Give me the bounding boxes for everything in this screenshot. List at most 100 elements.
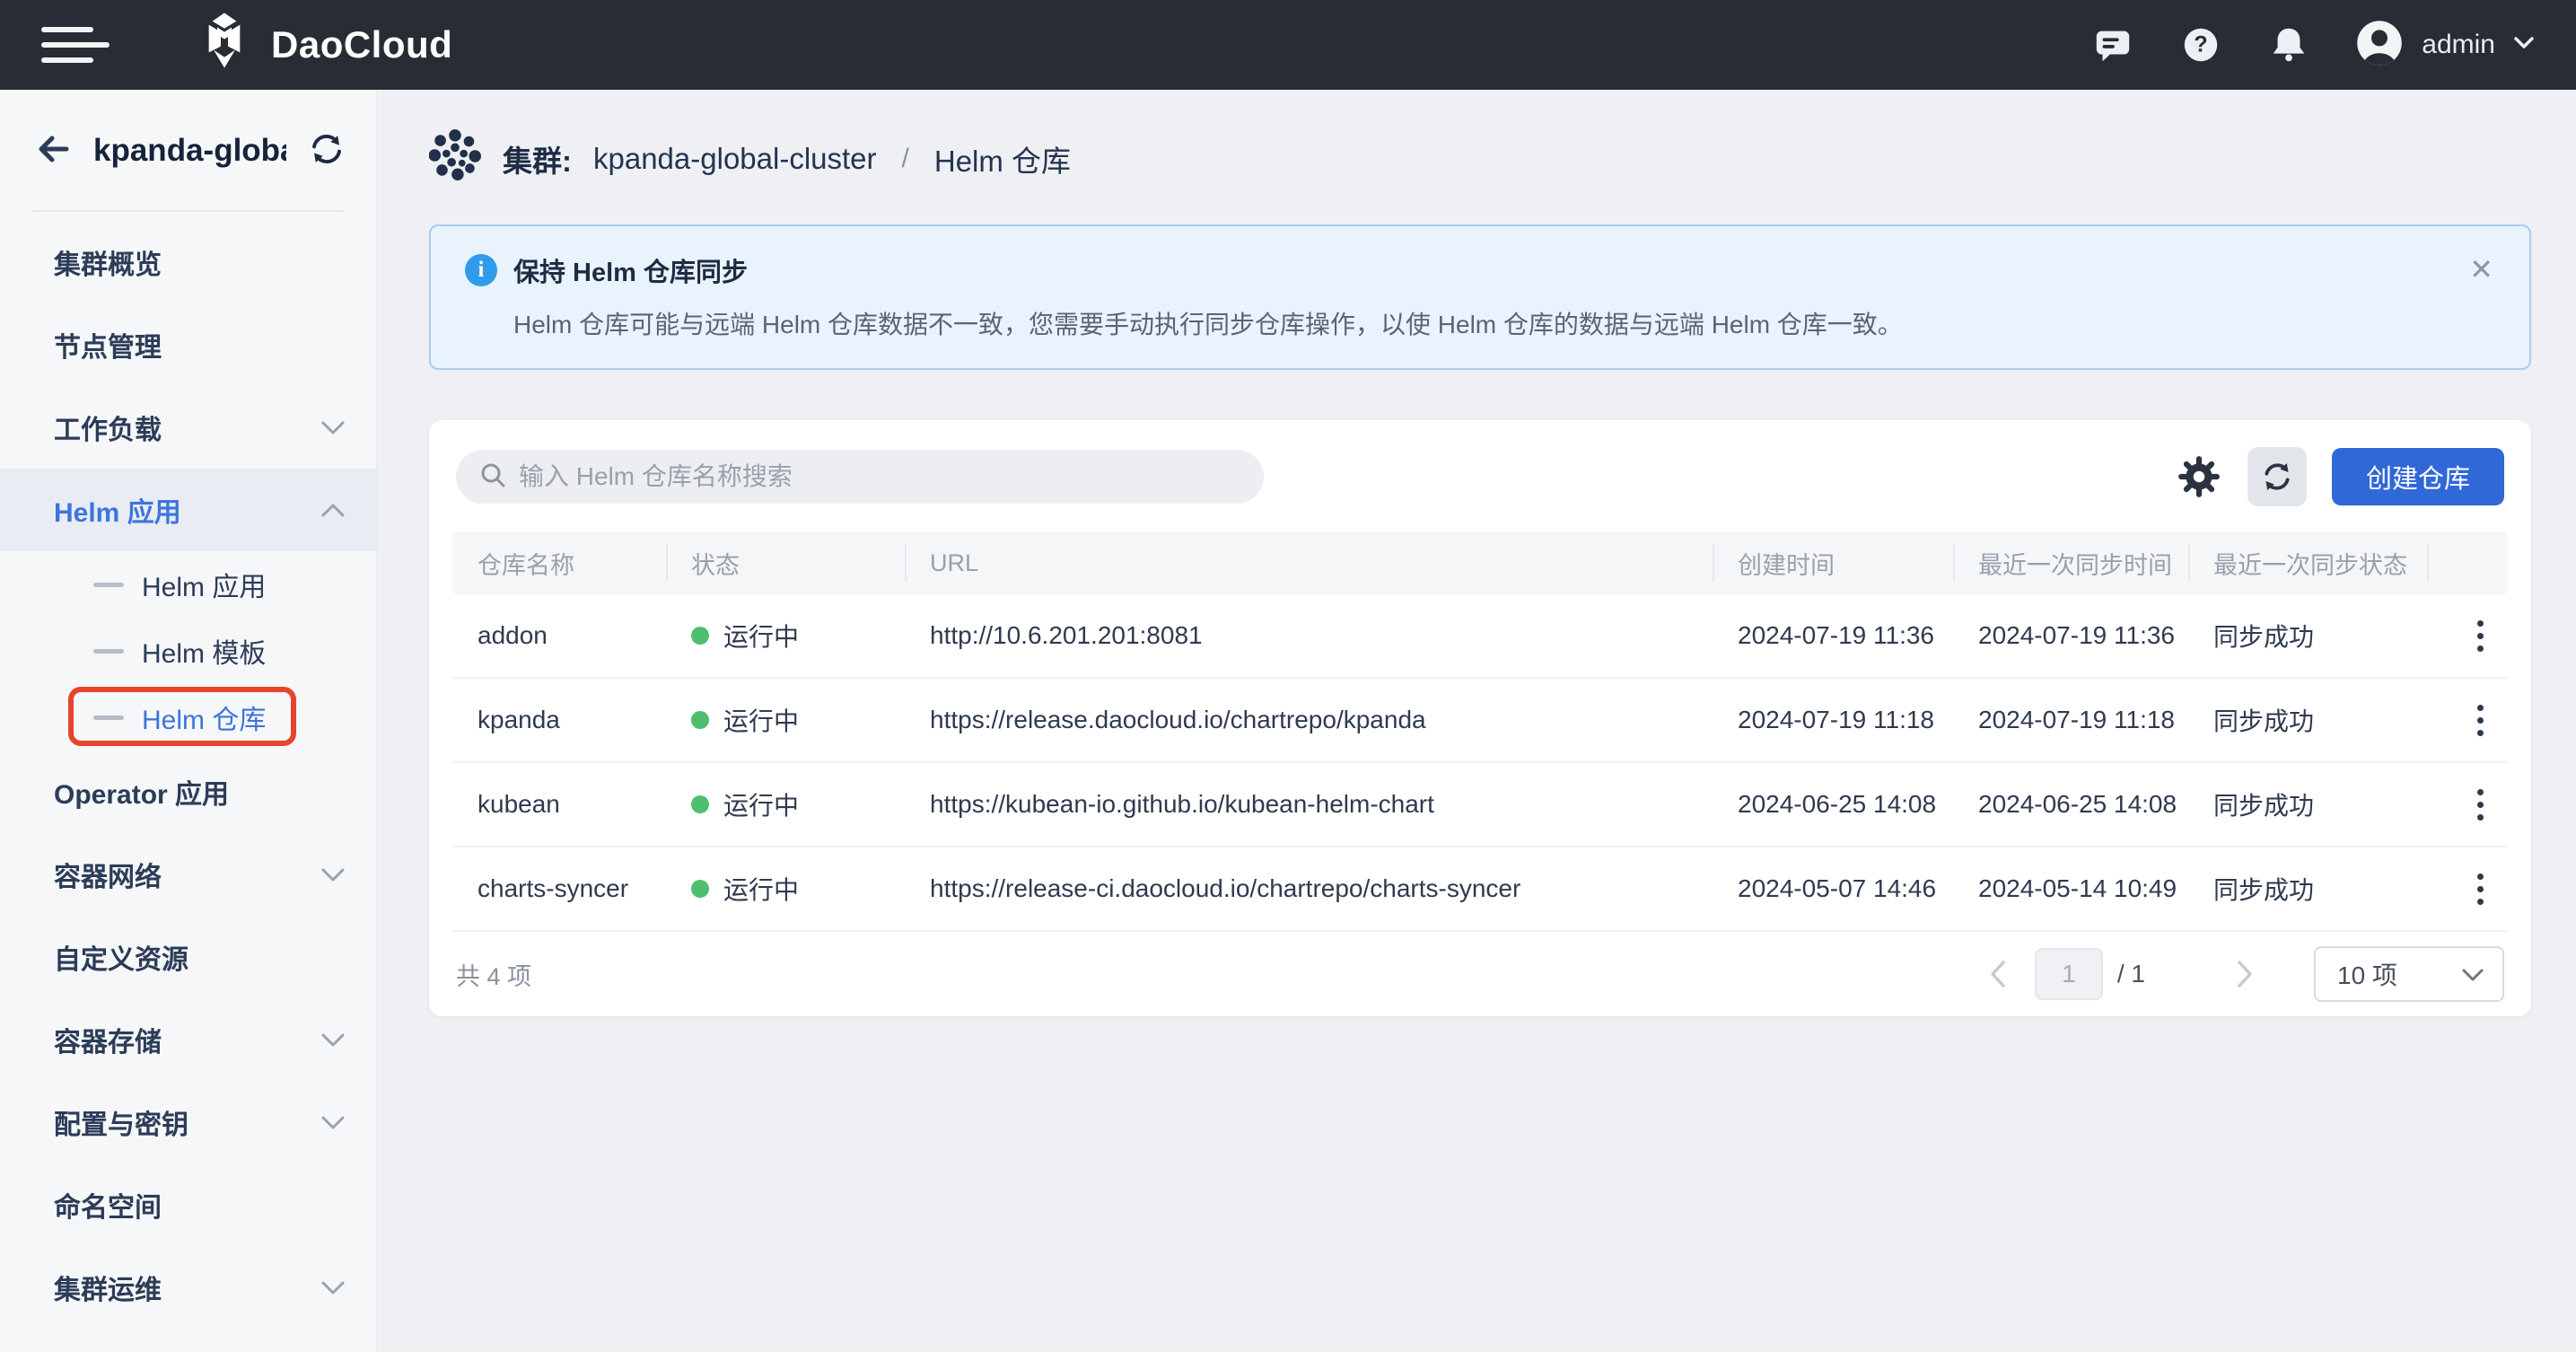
row-actions-kebab-icon[interactable] <box>2453 620 2507 652</box>
row-actions-kebab-icon[interactable] <box>2453 874 2507 905</box>
page-size-select[interactable]: 10 项 <box>2314 946 2504 1002</box>
breadcrumb-cluster-name[interactable]: kpanda-global-cluster <box>593 142 877 176</box>
sidebar-menu: 集群概览 节点管理 工作负载 Helm 应用 Helm 应用 <box>0 221 376 1329</box>
sidebar-item-cluster-overview[interactable]: 集群概览 <box>0 221 376 303</box>
chevron-down-icon <box>2513 36 2535 55</box>
breadcrumb-current: Helm 仓库 <box>934 137 1071 180</box>
last-sync-status: 同步成功 <box>2188 762 2427 847</box>
sidebar-item-config-secrets[interactable]: 配置与密钥 <box>0 1081 376 1163</box>
status-dot-running <box>691 711 709 729</box>
search-box[interactable] <box>456 450 1264 504</box>
created-at: 2024-07-19 11:36 <box>1713 594 1953 678</box>
helm-repo-card: 创建仓库 仓库名称 状态 URL 创建时间 最近一 <box>429 420 2531 1016</box>
table-row: kubean 运行中 https://kubean-io.github.io/k… <box>452 762 2508 847</box>
table-row: charts-syncer 运行中 https://release-ci.dao… <box>452 847 2508 931</box>
created-at: 2024-05-07 14:46 <box>1713 847 1953 931</box>
menu-toggle-icon[interactable] <box>41 27 110 63</box>
status-dot-running <box>691 880 709 898</box>
back-arrow-icon[interactable] <box>36 131 72 171</box>
cluster-dots-icon <box>429 129 481 189</box>
row-actions-kebab-icon[interactable] <box>2453 789 2507 821</box>
last-sync-at: 2024-06-25 14:08 <box>1953 762 2188 847</box>
svg-text:?: ? <box>2195 32 2208 57</box>
last-sync-at: 2024-07-19 11:18 <box>1953 678 2188 762</box>
search-input[interactable] <box>519 462 1251 491</box>
repo-name[interactable]: kpanda <box>452 678 666 762</box>
status-dot-running <box>691 627 709 645</box>
help-icon[interactable]: ? <box>2179 23 2222 66</box>
refresh-button[interactable] <box>2247 447 2307 506</box>
chevron-down-icon <box>320 1107 346 1137</box>
sidebar-item-operator-apps[interactable]: Operator 应用 <box>0 751 376 833</box>
breadcrumb: 集群: kpanda-global-cluster / Helm 仓库 <box>429 129 2531 189</box>
sidebar-subitem-helm-apps[interactable]: Helm 应用 <box>0 551 376 618</box>
sidebar-item-namespaces[interactable]: 命名空间 <box>0 1163 376 1246</box>
brand-name: DaoCloud <box>271 23 452 66</box>
switch-cluster-icon[interactable] <box>308 130 346 172</box>
repo-name[interactable]: addon <box>452 594 666 678</box>
created-at: 2024-07-19 11:18 <box>1713 678 1953 762</box>
last-sync-status: 同步成功 <box>2188 847 2427 931</box>
repo-url: https://kubean-io.github.io/kubean-helm-… <box>905 762 1713 847</box>
top-navbar: DaoCloud ? <box>0 0 2576 90</box>
sidebar-item-helm-apps-group[interactable]: Helm 应用 <box>0 469 376 551</box>
chevron-up-icon <box>320 495 346 525</box>
col-last-sync-status: 最近一次同步状态 <box>2188 531 2427 594</box>
repo-url: http://10.6.201.201:8081 <box>905 594 1713 678</box>
table-footer: 共 4 项 / 1 10 项 <box>429 932 2531 1016</box>
table-row: addon 运行中 http://10.6.201.201:8081 2024-… <box>452 594 2508 678</box>
last-sync-status: 同步成功 <box>2188 594 2427 678</box>
breadcrumb-cluster-label: 集群: <box>503 137 572 180</box>
search-icon <box>479 461 506 493</box>
sidebar-item-container-storage[interactable]: 容器存储 <box>0 998 376 1081</box>
status-text: 运行中 <box>723 618 799 654</box>
row-actions-kebab-icon[interactable] <box>2453 705 2507 736</box>
repo-url: https://release.daocloud.io/chartrepo/kp… <box>905 678 1713 762</box>
prev-page-icon[interactable] <box>1985 961 2011 988</box>
col-repo-name: 仓库名称 <box>452 531 666 594</box>
status-text: 运行中 <box>723 786 799 822</box>
col-actions <box>2427 531 2508 594</box>
gear-icon[interactable] <box>2176 453 2222 500</box>
daocloud-logo-icon <box>196 12 253 78</box>
sidebar-item-node-management[interactable]: 节点管理 <box>0 303 376 386</box>
col-created-at: 创建时间 <box>1713 531 1953 594</box>
cluster-name: kpanda-global-cl... <box>93 133 286 169</box>
sidebar-item-cluster-ops[interactable]: 集群运维 <box>0 1246 376 1329</box>
last-sync-status: 同步成功 <box>2188 678 2427 762</box>
sidebar-subitem-helm-templates[interactable]: Helm 模板 <box>0 618 376 684</box>
last-sync-at: 2024-07-19 11:36 <box>1953 594 2188 678</box>
last-sync-at: 2024-05-14 10:49 <box>1953 847 2188 931</box>
dash-icon <box>93 716 124 720</box>
message-icon[interactable] <box>2091 23 2134 66</box>
brand-logo[interactable]: DaoCloud <box>196 12 452 78</box>
info-icon: i <box>465 254 497 286</box>
repo-name[interactable]: kubean <box>452 762 666 847</box>
dash-icon <box>93 649 124 654</box>
pagination: / 1 10 项 <box>1985 946 2504 1002</box>
avatar <box>2355 19 2404 72</box>
repo-name[interactable]: charts-syncer <box>452 847 666 931</box>
table-row: kpanda 运行中 https://release.daocloud.io/c… <box>452 678 2508 762</box>
dash-icon <box>93 583 124 587</box>
col-last-sync-at: 最近一次同步时间 <box>1953 531 2188 594</box>
create-repo-button[interactable]: 创建仓库 <box>2332 448 2504 505</box>
alert-close-icon[interactable]: ✕ <box>2469 255 2493 284</box>
sidebar: kpanda-global-cl... 集群概览 节点管理 工作负载 <box>0 90 377 1352</box>
breadcrumb-separator: / <box>902 144 909 174</box>
status-text: 运行中 <box>723 702 799 738</box>
table-header-row: 仓库名称 状态 URL 创建时间 最近一次同步时间 最近一次同步状态 <box>452 531 2508 594</box>
sidebar-item-custom-resources[interactable]: 自定义资源 <box>0 916 376 998</box>
sidebar-divider <box>32 210 344 212</box>
col-status: 状态 <box>666 531 905 594</box>
page-total: / 1 <box>2117 960 2145 988</box>
main-content: 集群: kpanda-global-cluster / Helm 仓库 i 保持… <box>377 90 2576 1352</box>
user-menu[interactable]: admin <box>2355 19 2535 72</box>
alert-title: 保持 Helm 仓库同步 <box>513 251 748 289</box>
page-number-input[interactable] <box>2035 948 2103 1000</box>
notifications-bell-icon[interactable] <box>2267 23 2310 66</box>
sidebar-item-container-network[interactable]: 容器网络 <box>0 833 376 916</box>
sidebar-subitem-helm-repos[interactable]: Helm 仓库 <box>0 684 376 751</box>
next-page-icon[interactable] <box>2231 961 2258 988</box>
sidebar-item-workloads[interactable]: 工作负载 <box>0 386 376 469</box>
